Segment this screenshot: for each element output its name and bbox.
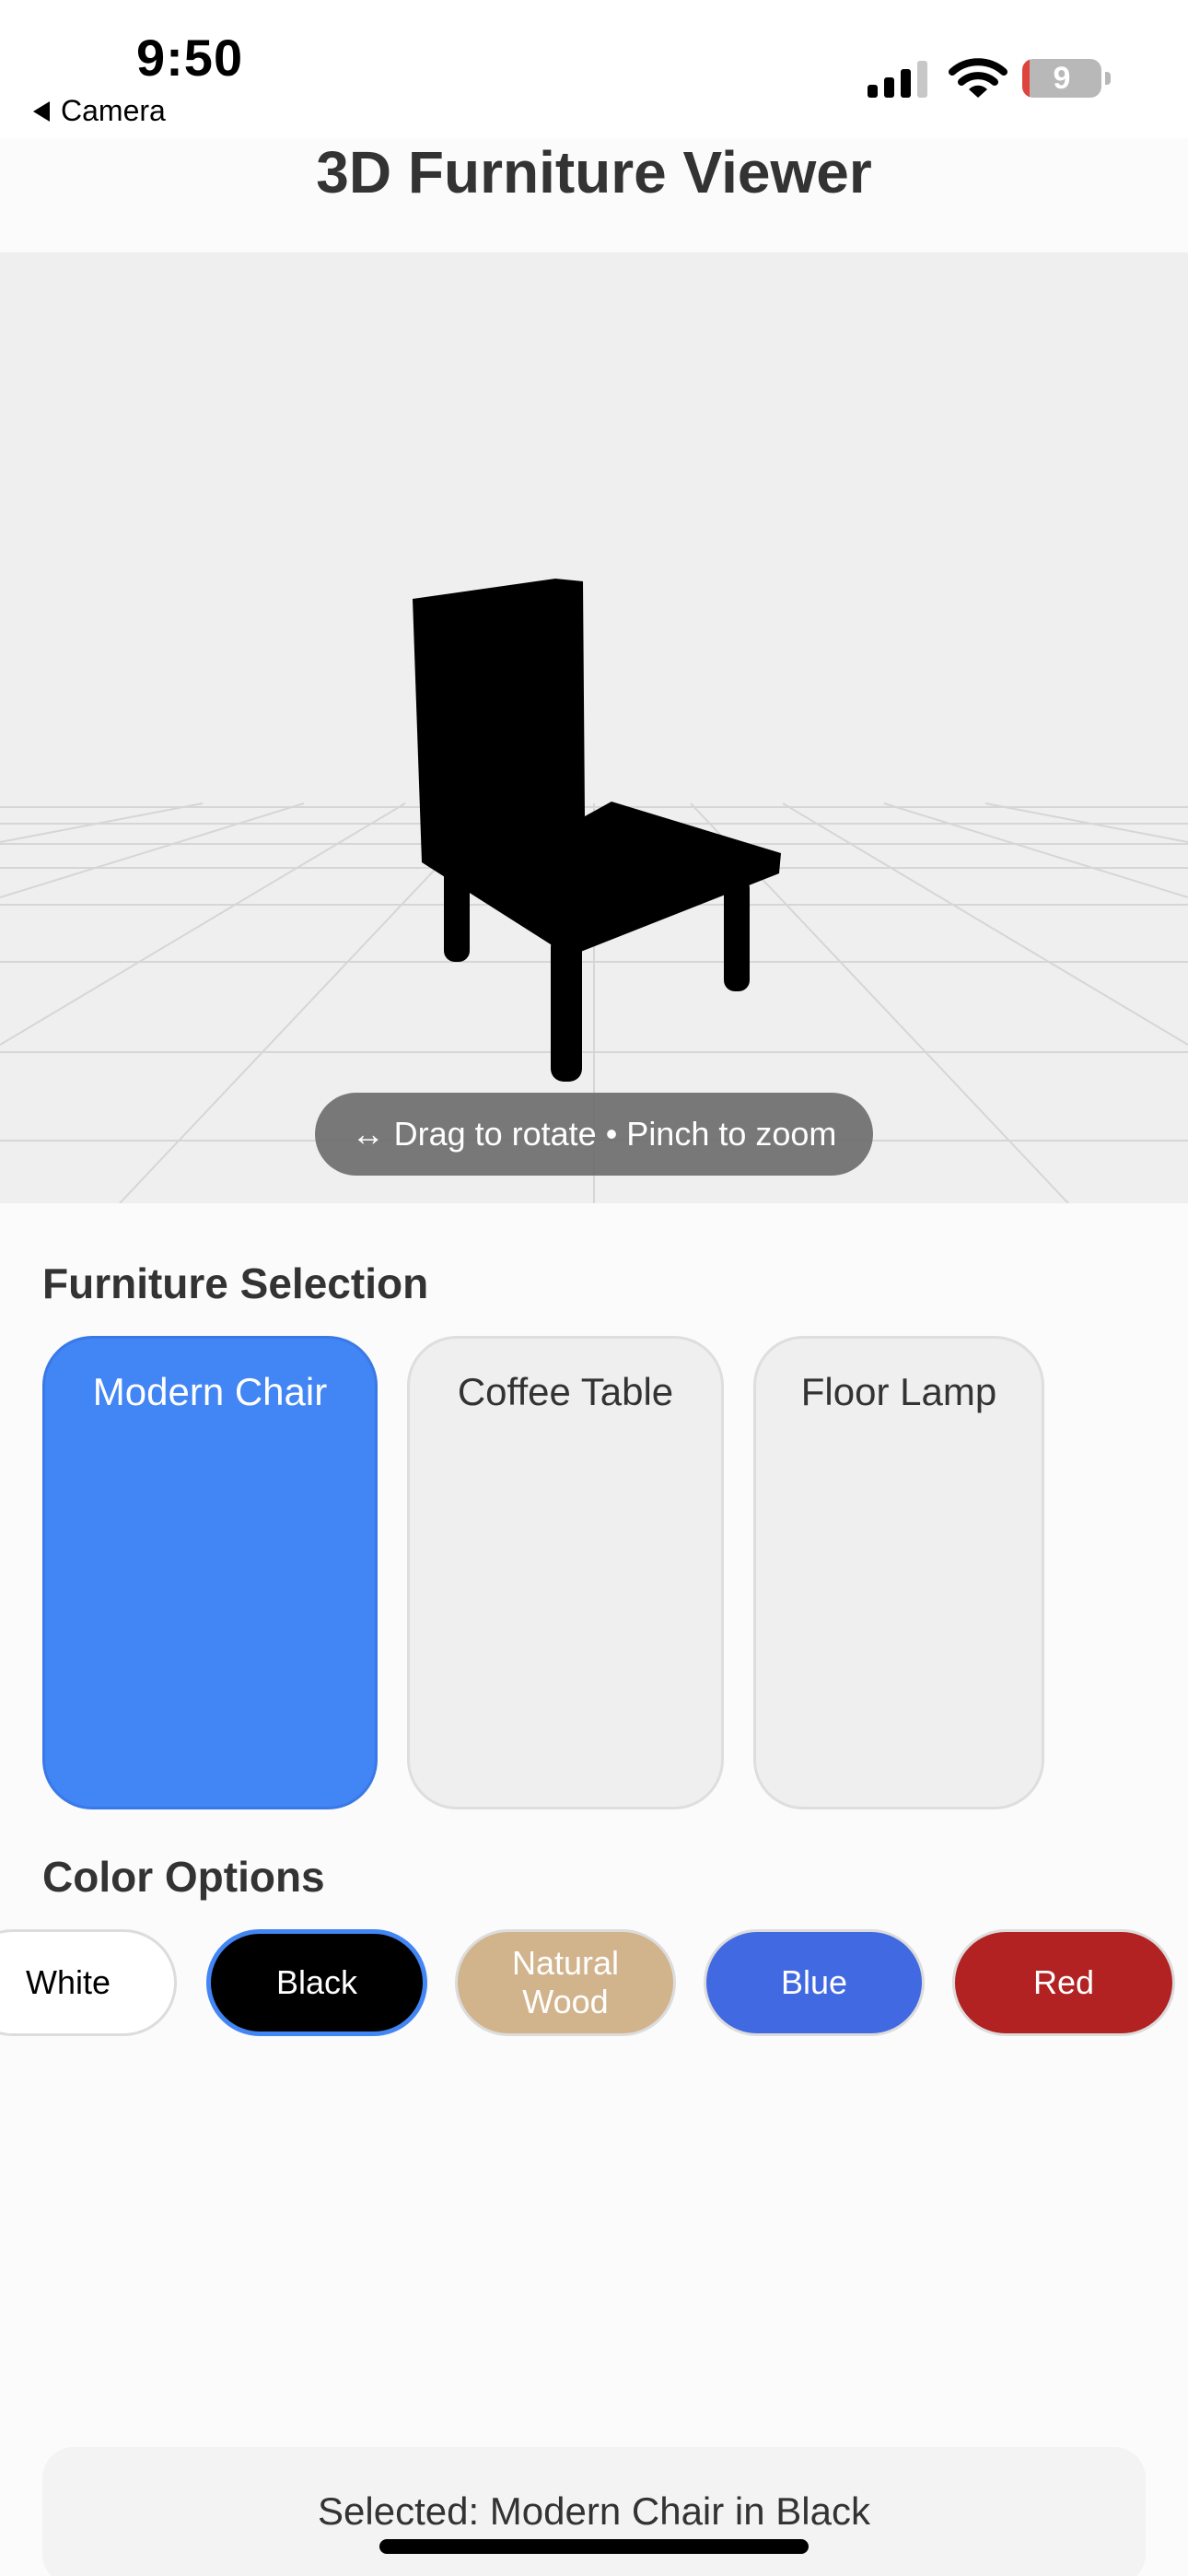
- home-indicator: [379, 2539, 809, 2554]
- color-option-label: Black: [275, 1962, 358, 2001]
- app-screen: 9:50 Camera 9 3D Furniture Viewer ↔ Drag…: [0, 0, 1188, 2576]
- color-option-label: Blue: [780, 1962, 848, 2001]
- status-bar: 9:50 Camera 9: [0, 0, 1188, 138]
- color-option-black[interactable]: Black: [206, 1929, 427, 2036]
- color-option-natural-wood[interactable]: Natural Wood: [455, 1929, 676, 2036]
- chair-model: [413, 579, 781, 1082]
- gesture-hint-pill: ↔ Drag to rotate • Pinch to zoom: [315, 1093, 873, 1176]
- page-title: 3D Furniture Viewer: [316, 139, 872, 205]
- cellular-signal-icon: [868, 61, 927, 98]
- furniture-option-coffee-table[interactable]: Coffee Table: [407, 1336, 724, 1809]
- battery-icon: 9: [1022, 59, 1111, 98]
- color-option-label: Red: [1032, 1962, 1095, 2001]
- back-to-camera-link[interactable]: Camera: [33, 94, 166, 128]
- color-section-title: Color Options: [42, 1853, 325, 1901]
- 3d-scene: [0, 579, 1188, 1203]
- furniture-option-modern-chair[interactable]: Modern Chair: [42, 1336, 378, 1809]
- back-arrow-icon: [33, 100, 50, 122]
- furniture-option-floor-lamp[interactable]: Floor Lamp: [753, 1336, 1044, 1809]
- wifi-icon: [949, 58, 1007, 98]
- color-option-white[interactable]: White: [0, 1929, 177, 2036]
- color-option-label: White: [25, 1962, 111, 2001]
- furniture-section-title: Furniture Selection: [42, 1259, 429, 1307]
- color-option-blue[interactable]: Blue: [704, 1929, 925, 2036]
- back-link-label: Camera: [61, 94, 166, 127]
- 3d-viewer-canvas[interactable]: ↔ Drag to rotate • Pinch to zoom: [0, 252, 1188, 1203]
- selection-status-text: Selected: Modern Chair in Black: [318, 2489, 870, 2533]
- furniture-option-label: Floor Lamp: [800, 1370, 997, 1413]
- color-option-label: Natural Wood: [511, 1943, 620, 2020]
- furniture-option-label: Modern Chair: [92, 1370, 328, 1413]
- battery-level-text: 9: [1053, 61, 1071, 96]
- color-option-red[interactable]: Red: [952, 1929, 1175, 2036]
- furniture-option-label: Coffee Table: [457, 1370, 674, 1413]
- status-time: 9:50: [136, 29, 244, 87]
